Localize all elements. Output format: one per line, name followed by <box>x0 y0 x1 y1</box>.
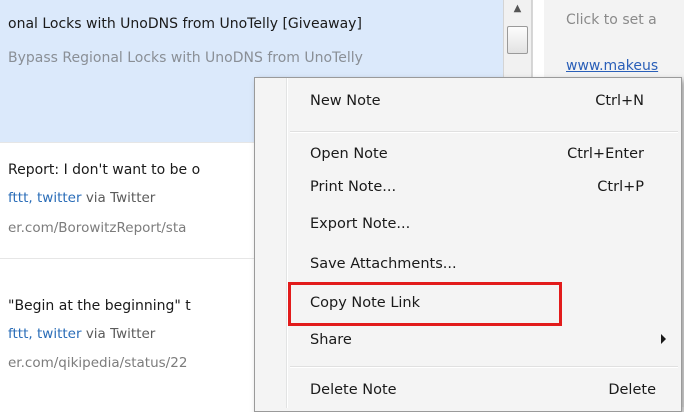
chevron-right-icon <box>661 334 666 344</box>
menu-item-label: Print Note... <box>310 179 397 195</box>
note-title[interactable]: onal Locks with UnoDNS from UnoTelly [Gi… <box>8 16 362 32</box>
menu-item-new-note[interactable]: New Note Ctrl+N <box>256 87 680 117</box>
menu-item-label: New Note <box>310 93 381 109</box>
menu-item-shortcut: Delete <box>608 382 656 398</box>
note-tags: fttt, twitter via Twitter <box>8 190 155 206</box>
via-label: via Twitter <box>85 190 156 206</box>
menu-item-shortcut: Ctrl+N <box>595 93 644 109</box>
menu-gutter <box>287 78 288 408</box>
note-title[interactable]: Report: I don't want to be o <box>8 162 200 178</box>
note-url: er.com/BorowitzReport/sta <box>8 220 187 236</box>
menu-item-print-note[interactable]: Print Note... Ctrl+P <box>256 173 680 203</box>
menu-item-label: Export Note... <box>310 216 411 232</box>
menu-item-label: Save Attachments... <box>310 256 457 272</box>
menu-item-share[interactable]: Share <box>256 326 680 356</box>
note-tags: fttt, twitter via Twitter <box>8 326 155 342</box>
set-field-prompt[interactable]: Click to set a <box>566 12 657 28</box>
note-title[interactable]: "Begin at the beginning" t <box>8 298 191 314</box>
menu-item-save-attachments[interactable]: Save Attachments... <box>256 250 680 280</box>
menu-item-shortcut: Ctrl+P <box>597 179 644 195</box>
tag-link[interactable]: fttt, <box>8 190 33 206</box>
note-snippet: Bypass Regional Locks with UnoDNS from U… <box>8 50 363 66</box>
menu-separator <box>290 367 678 368</box>
menu-item-delete-note[interactable]: Delete Note Delete <box>256 376 680 406</box>
tag-link[interactable]: fttt, <box>8 326 33 342</box>
tag-link[interactable]: twitter <box>37 190 82 206</box>
menu-item-label: Open Note <box>310 146 388 162</box>
via-label: via Twitter <box>85 326 156 342</box>
note-url: er.com/qikipedia/status/22 <box>8 355 188 371</box>
source-url-link[interactable]: www.makeus <box>566 58 658 74</box>
menu-item-label: Delete Note <box>310 382 397 398</box>
menu-item-open-note[interactable]: Open Note Ctrl+Enter <box>256 140 680 170</box>
menu-item-shortcut: Ctrl+Enter <box>567 146 644 162</box>
menu-item-export-note[interactable]: Export Note... <box>256 210 680 240</box>
scrollbar-thumb[interactable] <box>507 26 528 54</box>
menu-item-label: Share <box>310 332 352 348</box>
context-menu <box>254 77 682 412</box>
annotation-highlight-box <box>288 282 562 326</box>
menu-separator <box>290 132 678 133</box>
tag-link[interactable]: twitter <box>37 326 82 342</box>
chevron-up-icon[interactable]: ▲ <box>507 0 528 20</box>
